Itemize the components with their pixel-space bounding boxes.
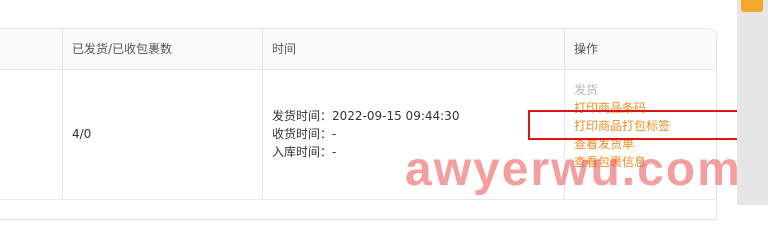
view-package-info-link[interactable]: 查看包裹信息 — [574, 153, 646, 170]
receive-time: 收货时间：- — [272, 127, 337, 141]
table-header: 已发货/已收包裹数 时间 操作 — [0, 29, 716, 70]
scrollbar[interactable] — [737, 0, 768, 205]
header-time: 时间 — [272, 42, 297, 56]
header-actions: 操作 — [574, 42, 599, 56]
shipped-received-count: 4/0 — [72, 127, 92, 141]
table-row — [0, 200, 716, 219]
page: 已发货/已收包裹数 时间 操作 4/0 发货时间：2022-09-15 09:4… — [0, 0, 768, 220]
storage-time: 入库时间：- — [272, 145, 337, 159]
ship-action: 发货 — [574, 83, 599, 97]
highlight-annotation — [528, 110, 748, 140]
header-shipped-received: 已发货/已收包裹数 — [72, 42, 173, 56]
ship-time: 发货时间：2022-09-15 09:44:30 — [272, 109, 460, 123]
scrollbar-thumb[interactable] — [741, 0, 763, 12]
